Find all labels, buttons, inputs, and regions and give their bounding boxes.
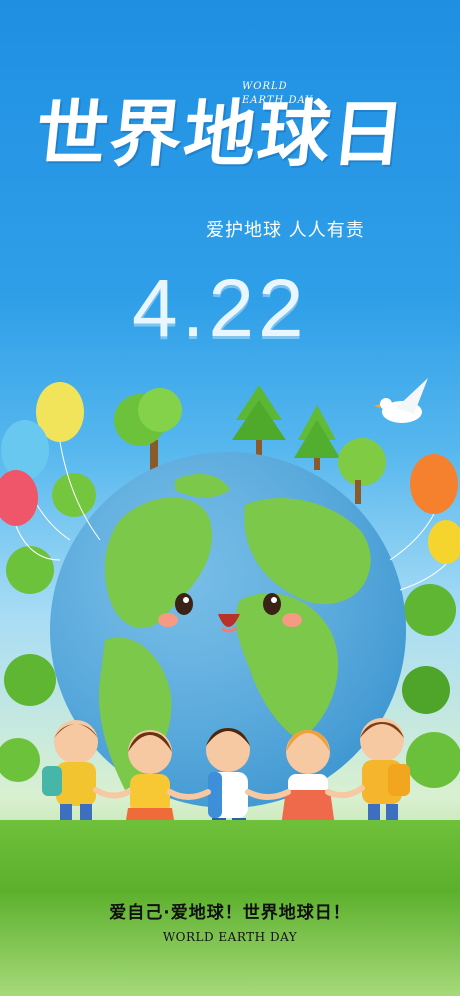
earth-scene-illustration: [0, 378, 460, 856]
page-title: 世界地球日: [31, 91, 411, 176]
footer-title-english: WORLD EARTH DAY: [162, 930, 298, 944]
event-date: 4.22: [132, 263, 308, 354]
slogan: 爱护地球 人人有责: [206, 220, 365, 241]
poster: WORLD EARTH DAY 世界地球日 爱护地球 人人有责 4.22 爱自己…: [0, 0, 460, 996]
dove-icon: [374, 378, 428, 423]
footer-slogan: 爱自己·爱地球！世界地球日！: [109, 903, 351, 923]
